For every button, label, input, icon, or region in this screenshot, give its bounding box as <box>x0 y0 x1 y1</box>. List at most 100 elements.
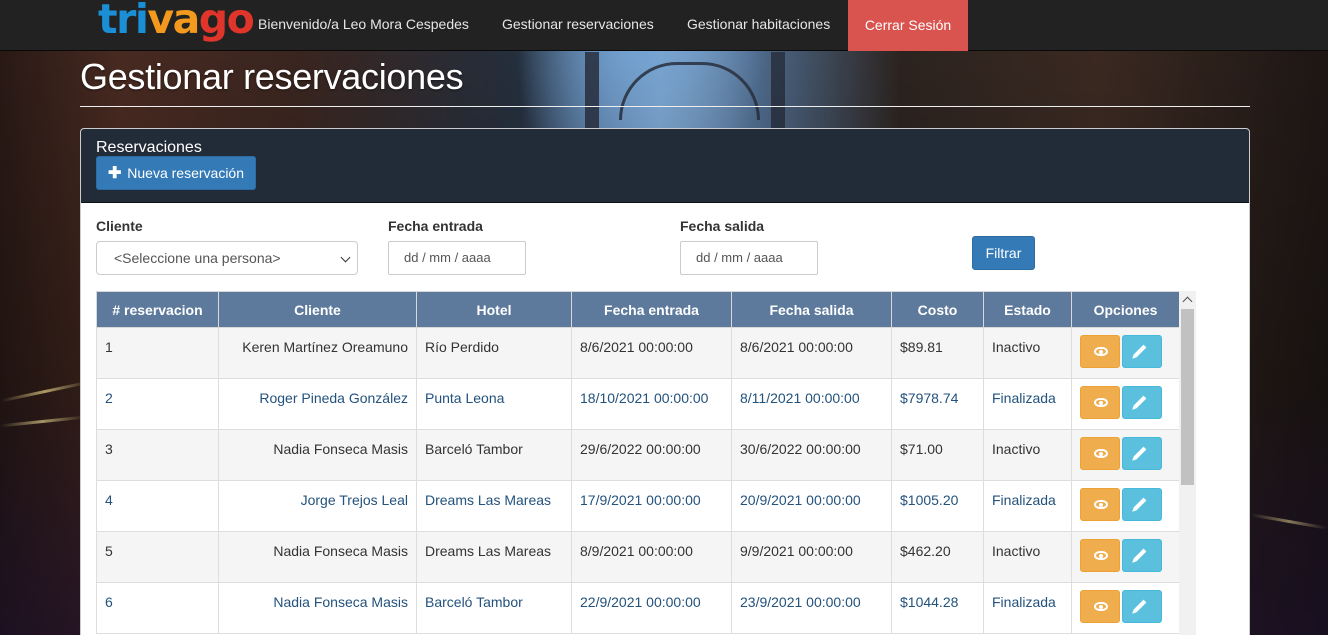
edit-button[interactable] <box>1122 335 1162 368</box>
view-button[interactable] <box>1080 539 1120 572</box>
cell-client: Jorge Trejos Leal <box>218 480 417 532</box>
cell-client: Nadia Fonseca Masis <box>218 429 417 481</box>
cell-hotel: Río Perdido <box>416 327 572 379</box>
col-header-client: Cliente <box>218 291 417 328</box>
cell-client: Nadia Fonseca Masis <box>218 582 417 634</box>
light-streak <box>0 415 85 428</box>
panel-heading: Reservaciones ✚ Nueva reservación <box>81 129 1249 203</box>
checkin-filter-label: Fecha entrada <box>388 218 483 234</box>
nav-manage-reservations[interactable]: Gestionar reservaciones <box>502 0 654 50</box>
cell-id: 6 <box>96 582 219 634</box>
table-scrollbar[interactable] <box>1179 291 1196 635</box>
cell-status: Inactivo <box>983 429 1072 481</box>
client-select[interactable]: <Seleccione una persona> <box>96 241 358 275</box>
col-header-options: Opciones <box>1071 291 1180 328</box>
cell-status: Inactivo <box>983 531 1072 583</box>
table-row[interactable]: 1 Keren Martínez Oreamuno Río Perdido 8/6/2… <box>96 327 1180 379</box>
edit-button[interactable] <box>1122 437 1162 470</box>
scroll-up-arrow-icon[interactable] <box>1179 291 1196 308</box>
cell-cost: $71.00 <box>891 429 984 481</box>
pencil-icon <box>1133 395 1147 409</box>
cell-client: Nadia Fonseca Masis <box>218 531 417 583</box>
cell-checkin: 8/9/2021 00:00:00 <box>571 531 732 583</box>
trivago-logo[interactable]: trivago <box>98 0 255 45</box>
cell-options <box>1071 327 1180 379</box>
cell-hotel: Barceló Tambor <box>416 429 572 481</box>
cell-options <box>1071 531 1180 583</box>
table-row[interactable]: 5 Nadia Fonseca Masis Dreams Las Mareas 8/9… <box>96 531 1180 583</box>
cell-options <box>1071 582 1180 634</box>
cell-checkout: 23/9/2021 00:00:00 <box>731 582 892 634</box>
cell-status: Finalizada <box>983 582 1072 634</box>
edit-button[interactable] <box>1122 386 1162 419</box>
table-row[interactable]: 4 Jorge Trejos Leal Dreams Las Mareas 17/9/… <box>96 480 1180 532</box>
view-button[interactable] <box>1080 437 1120 470</box>
title-divider <box>80 106 1250 107</box>
cell-id: 1 <box>96 327 219 379</box>
bridge-illustration <box>585 52 785 132</box>
panel-title: Reservaciones <box>96 139 202 156</box>
cell-checkout: 9/9/2021 00:00:00 <box>731 531 892 583</box>
cell-checkin: 29/6/2022 00:00:00 <box>571 429 732 481</box>
reservations-table: # reservacion Cliente Hotel Fecha entrad… <box>96 291 1180 634</box>
cell-cost: $7978.74 <box>891 378 984 430</box>
new-reservation-button[interactable]: ✚ Nueva reservación <box>96 156 256 190</box>
eye-icon <box>1094 602 1108 611</box>
checkout-date-input[interactable]: dd / mm / aaaa <box>680 241 818 275</box>
logout-button[interactable]: Cerrar Sesión <box>848 0 968 51</box>
top-navbar: trivago Bienvenido/a Leo Mora Cespedes G… <box>0 0 1328 51</box>
edit-button[interactable] <box>1122 590 1162 623</box>
filter-button[interactable]: Filtrar <box>972 236 1035 270</box>
table-row[interactable]: 3 Nadia Fonseca Masis Barceló Tambor 29/6/2… <box>96 429 1180 481</box>
cell-options <box>1071 480 1180 532</box>
col-header-checkin: Fecha entrada <box>571 291 732 328</box>
light-streak <box>1250 513 1328 530</box>
cell-options <box>1071 378 1180 430</box>
eye-icon <box>1094 347 1108 356</box>
checkout-filter-label: Fecha salida <box>680 218 765 234</box>
pencil-icon <box>1133 344 1147 358</box>
cell-id: 2 <box>96 378 219 430</box>
light-streak <box>0 380 90 403</box>
eye-icon <box>1094 551 1108 560</box>
cell-checkout: 8/6/2021 00:00:00 <box>731 327 892 379</box>
reservations-table-container: # reservacion Cliente Hotel Fecha entrad… <box>96 291 1197 635</box>
chevron-down-icon <box>340 252 351 263</box>
client-select-value: <Seleccione una persona> <box>114 250 281 266</box>
eye-icon <box>1094 500 1108 509</box>
cell-status: Inactivo <box>983 327 1072 379</box>
cell-cost: $1005.20 <box>891 480 984 532</box>
new-reservation-label: Nueva reservación <box>127 165 245 181</box>
view-button[interactable] <box>1080 488 1120 521</box>
cell-id: 4 <box>96 480 219 532</box>
edit-button[interactable] <box>1122 488 1162 521</box>
scroll-thumb[interactable] <box>1181 309 1194 485</box>
cell-checkout: 20/9/2021 00:00:00 <box>731 480 892 532</box>
nav-manage-rooms[interactable]: Gestionar habitaciones <box>687 0 830 50</box>
checkin-date-input[interactable]: dd / mm / aaaa <box>388 241 526 275</box>
table-row[interactable]: 2 Roger Pineda González Punta Leona 18/10/2… <box>96 378 1180 430</box>
col-header-cost: Costo <box>891 291 984 328</box>
client-filter-label: Cliente <box>96 218 143 234</box>
welcome-text: Bienvenido/a Leo Mora Cespedes <box>258 16 469 32</box>
cell-options <box>1071 429 1180 481</box>
view-button[interactable] <box>1080 335 1120 368</box>
col-header-hotel: Hotel <box>416 291 572 328</box>
cell-cost: $462.20 <box>891 531 984 583</box>
cell-cost: $89.81 <box>891 327 984 379</box>
pencil-icon <box>1133 548 1147 562</box>
cell-hotel: Dreams Las Mareas <box>416 480 572 532</box>
col-header-checkout: Fecha salida <box>731 291 892 328</box>
cell-checkin: 22/9/2021 00:00:00 <box>571 582 732 634</box>
pencil-icon <box>1133 497 1147 511</box>
reservations-panel: Reservaciones ✚ Nueva reservación Client… <box>80 128 1250 635</box>
edit-button[interactable] <box>1122 539 1162 572</box>
table-row[interactable]: 6 Nadia Fonseca Masis Barceló Tambor 22/9/2… <box>96 582 1180 634</box>
view-button[interactable] <box>1080 590 1120 623</box>
pencil-icon <box>1133 599 1147 613</box>
cell-id: 5 <box>96 531 219 583</box>
col-header-id: # reservacion <box>96 291 219 328</box>
pencil-icon <box>1133 446 1147 460</box>
cell-checkin: 18/10/2021 00:00:00 <box>571 378 732 430</box>
view-button[interactable] <box>1080 386 1120 419</box>
